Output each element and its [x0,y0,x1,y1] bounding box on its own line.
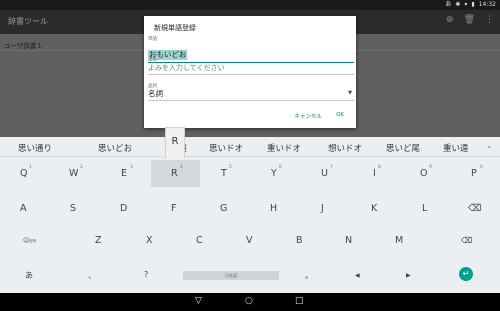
key-g[interactable]: G [220,203,227,214]
key-m[interactable]: M [395,235,403,246]
period-key[interactable]: 。 [305,270,313,281]
language-switch-key[interactable]: あ [25,270,33,281]
cursor-right-icon[interactable]: ▶ [406,272,411,279]
key-preview-popup: R [165,127,185,158]
key-a[interactable]: A [20,203,27,214]
key-label: O [420,168,428,179]
key-p[interactable]: P0 [471,165,483,179]
question-key[interactable]: ? [144,270,148,279]
candidate-item[interactable]: 重いドオ [267,142,301,154]
app-actions: ⊕ 🗑 ⋮ [446,15,494,25]
key-label: E [121,168,128,179]
back-icon[interactable]: ▽ [195,296,202,306]
key-hint: 1 [29,165,32,170]
key-label: I [373,168,376,179]
list-item[interactable]: ユーザ辞書１ [4,40,43,50]
key-q[interactable]: Q1 [20,165,32,179]
status-icons: あ ✱ ▾ ▮ 14:32 [445,1,496,9]
candidate-item[interactable]: 思いドオ [209,142,243,154]
dialog-title: 新規単語登録 [154,24,196,32]
key-x[interactable]: X [146,235,153,246]
symbol-label: 記号 [29,239,37,243]
key-y[interactable]: Y6 [271,165,282,179]
space-key[interactable]: 日本語 [183,271,279,280]
key-hint: 3 [130,165,133,170]
status-bar: あ ✱ ▾ ▮ 14:32 [0,0,500,10]
navigation-bar: ▽ ○ □ [0,293,500,311]
reading-field[interactable]: よみ よみを入力してください [148,58,354,75]
part-of-speech-field[interactable]: 品詞 名詞 ▼ [148,84,354,101]
expand-candidates-icon[interactable]: ⌄ [486,142,492,150]
overflow-menu-icon[interactable]: ⋮ [485,15,494,25]
key-hint: 8 [378,165,381,170]
dropdown-arrow-icon[interactable]: ▼ [348,90,352,96]
reading-underline [148,74,354,75]
battery-icon: ▮ [471,1,475,8]
key-hint: 0 [480,165,483,170]
key-label: Y [271,168,277,179]
bluetooth-icon: ✱ [455,1,461,8]
key-label: T [221,168,227,179]
app-title: 辞書ツール [8,17,48,26]
key-h[interactable]: H [270,203,277,214]
key-label: Q [20,168,28,179]
candidate-item[interactable]: 重い遠 [443,142,469,154]
emoji-icon[interactable]: ☺記号 [23,237,36,244]
key-label: W [69,168,79,179]
key-hint: 6 [279,165,282,170]
key-s[interactable]: S [70,203,76,214]
key-j[interactable]: J [321,203,324,214]
key-label: P [471,168,477,179]
candidate-item[interactable]: 想いドオ [328,142,362,154]
cursor-left-icon[interactable]: ◀ [355,272,360,279]
reading-input[interactable]: よみを入力してください [148,63,354,73]
ok-button[interactable]: OK [336,112,344,120]
delete-icon[interactable]: 🗑 [464,15,475,25]
comma-key[interactable]: 、 [88,270,96,281]
dialog-buttons: キャンセル OK [295,112,344,120]
delete-key-icon[interactable]: ⌫ [461,236,472,245]
key-label: R [171,168,178,179]
new-word-dialog: 新規単語登録 単語 おもいどお よみ よみを入力してください 品詞 名詞 ▼ キ… [144,16,356,128]
key-hint: 4 [180,165,183,170]
key-n[interactable]: N [345,235,352,246]
candidate-item[interactable]: 思いど尾 [386,142,420,154]
input-mode-icon: あ [445,1,452,8]
key-hint: 5 [229,165,232,170]
key-b[interactable]: B [296,235,303,246]
key-d[interactable]: D [120,203,127,214]
key-w[interactable]: W2 [69,165,83,179]
recents-icon[interactable]: □ [295,296,304,306]
cancel-button[interactable]: キャンセル [295,112,323,120]
key-v[interactable]: V [246,235,253,246]
key-hint: 2 [80,165,83,170]
key-label: U [321,168,328,179]
key-hint: 7 [330,165,333,170]
key-t[interactable]: T5 [221,165,232,179]
key-k[interactable]: K [371,203,377,214]
key-u[interactable]: U7 [321,165,333,179]
pos-underline [148,100,354,101]
wifi-icon: ▾ [464,1,468,8]
key-hint: 9 [429,165,432,170]
backspace-icon[interactable]: ⌫ [468,203,481,214]
soft-keyboard: 思い通り 思いどお 思遠 思いドオ 重いドオ 想いドオ 思いど尾 重い遠 ⌄ [0,137,500,293]
key-l[interactable]: L [422,203,427,214]
enter-key[interactable]: ↵ [459,267,473,281]
key-i[interactable]: I8 [373,165,381,179]
key-c[interactable]: C [196,235,203,246]
key-o[interactable]: O9 [420,165,432,179]
candidate-item[interactable]: 思い通り [18,142,52,154]
clock: 14:32 [478,1,496,8]
candidate-item[interactable]: 思いどお [98,142,132,154]
candidate-bar: 思い通り 思いどお 思遠 思いドオ 重いドオ 想いドオ 思いど尾 重い遠 ⌄ [0,137,500,157]
key-r[interactable]: R4 [171,165,183,179]
home-icon[interactable]: ○ [245,296,253,306]
key-e[interactable]: E3 [121,165,133,179]
pos-select[interactable]: 名詞 [148,89,354,99]
add-icon[interactable]: ⊕ [446,15,454,25]
key-z[interactable]: Z [95,235,102,246]
key-f[interactable]: F [171,203,176,214]
